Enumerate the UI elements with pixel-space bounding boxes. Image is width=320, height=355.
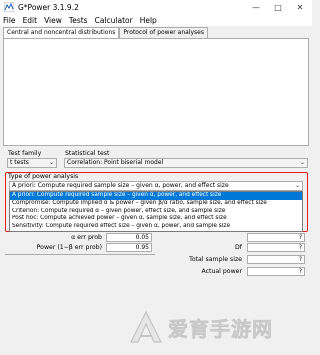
statistical-test-label: Statistical test: [65, 150, 110, 157]
power-input[interactable]: 0.95: [106, 243, 152, 252]
gpower-app-icon: [4, 2, 14, 12]
output-parameter-field: ?: [247, 233, 305, 242]
tab-strip: Central and noncentral distributions Pro…: [3, 27, 208, 38]
tab-protocol[interactable]: Protocol of power analyses: [119, 27, 208, 38]
total-sample-size-field: ?: [247, 255, 305, 264]
menu-tests[interactable]: Tests: [69, 16, 88, 25]
chevron-down-icon: ⌄: [294, 182, 300, 189]
alpha-label: α err prob: [71, 234, 102, 241]
alpha-input[interactable]: 0.05: [106, 233, 152, 242]
actual-power-field: ?: [247, 267, 305, 276]
df-label: Df: [235, 244, 242, 251]
menu-edit[interactable]: Edit: [23, 16, 38, 25]
window-title: G*Power 3.1.9.2: [18, 2, 79, 12]
option-a-priori[interactable]: A priori: Compute required sample size –…: [10, 192, 302, 200]
power-analysis-label: Type of power analysis: [8, 173, 79, 180]
watermark-logo-icon: [130, 310, 162, 343]
option-sensitivity[interactable]: Sensitivity: Compute required effect siz…: [10, 223, 302, 231]
close-icon[interactable]: ✕: [290, 0, 310, 14]
option-criterion[interactable]: Criterion: Compute required α – given po…: [10, 208, 302, 216]
option-post-hoc[interactable]: Post hoc: Compute achieved power – given…: [10, 215, 302, 223]
test-family-select[interactable]: t tests ⌄: [7, 158, 57, 168]
tab-distributions[interactable]: Central and noncentral distributions: [3, 27, 120, 38]
power-analysis-select[interactable]: A priori: Compute required sample size –…: [9, 181, 303, 191]
power-analysis-dropdown-list: A priori: Compute required sample size –…: [9, 191, 303, 232]
menu-file[interactable]: File: [3, 16, 16, 25]
input-divider: [5, 254, 155, 255]
watermark-text: 爱育手游网: [168, 316, 273, 341]
df-field: ?: [247, 243, 305, 252]
menu-help[interactable]: Help: [140, 16, 157, 25]
menu-bar: File Edit View Tests Calculator Help: [0, 14, 312, 26]
chevron-down-icon: ⌄: [299, 159, 305, 166]
power-label: Power (1−β err prob): [36, 244, 102, 251]
option-compromise[interactable]: Compromise: Compute implied α & power – …: [10, 200, 302, 208]
distribution-plot-panel: [3, 38, 309, 146]
site-watermark: 爱育手游网: [128, 310, 273, 344]
maximize-icon[interactable]: □: [268, 0, 288, 14]
menu-calculator[interactable]: Calculator: [95, 16, 133, 25]
title-bar: G*Power 3.1.9.2 — □ ✕: [0, 0, 312, 14]
total-sample-size-label: Total sample size: [189, 256, 242, 263]
statistical-test-select[interactable]: Correlation: Point biserial model ⌄: [64, 158, 308, 168]
power-analysis-value: A priori: Compute required sample size –…: [12, 182, 229, 189]
test-family-label: Test family: [8, 150, 42, 157]
actual-power-label: Actual power: [201, 268, 242, 275]
chevron-down-icon: ⌄: [48, 159, 54, 166]
menu-view[interactable]: View: [44, 16, 62, 25]
minimize-icon[interactable]: —: [246, 0, 266, 14]
test-family-value: t tests: [10, 159, 29, 166]
statistical-test-value: Correlation: Point biserial model: [67, 159, 164, 166]
